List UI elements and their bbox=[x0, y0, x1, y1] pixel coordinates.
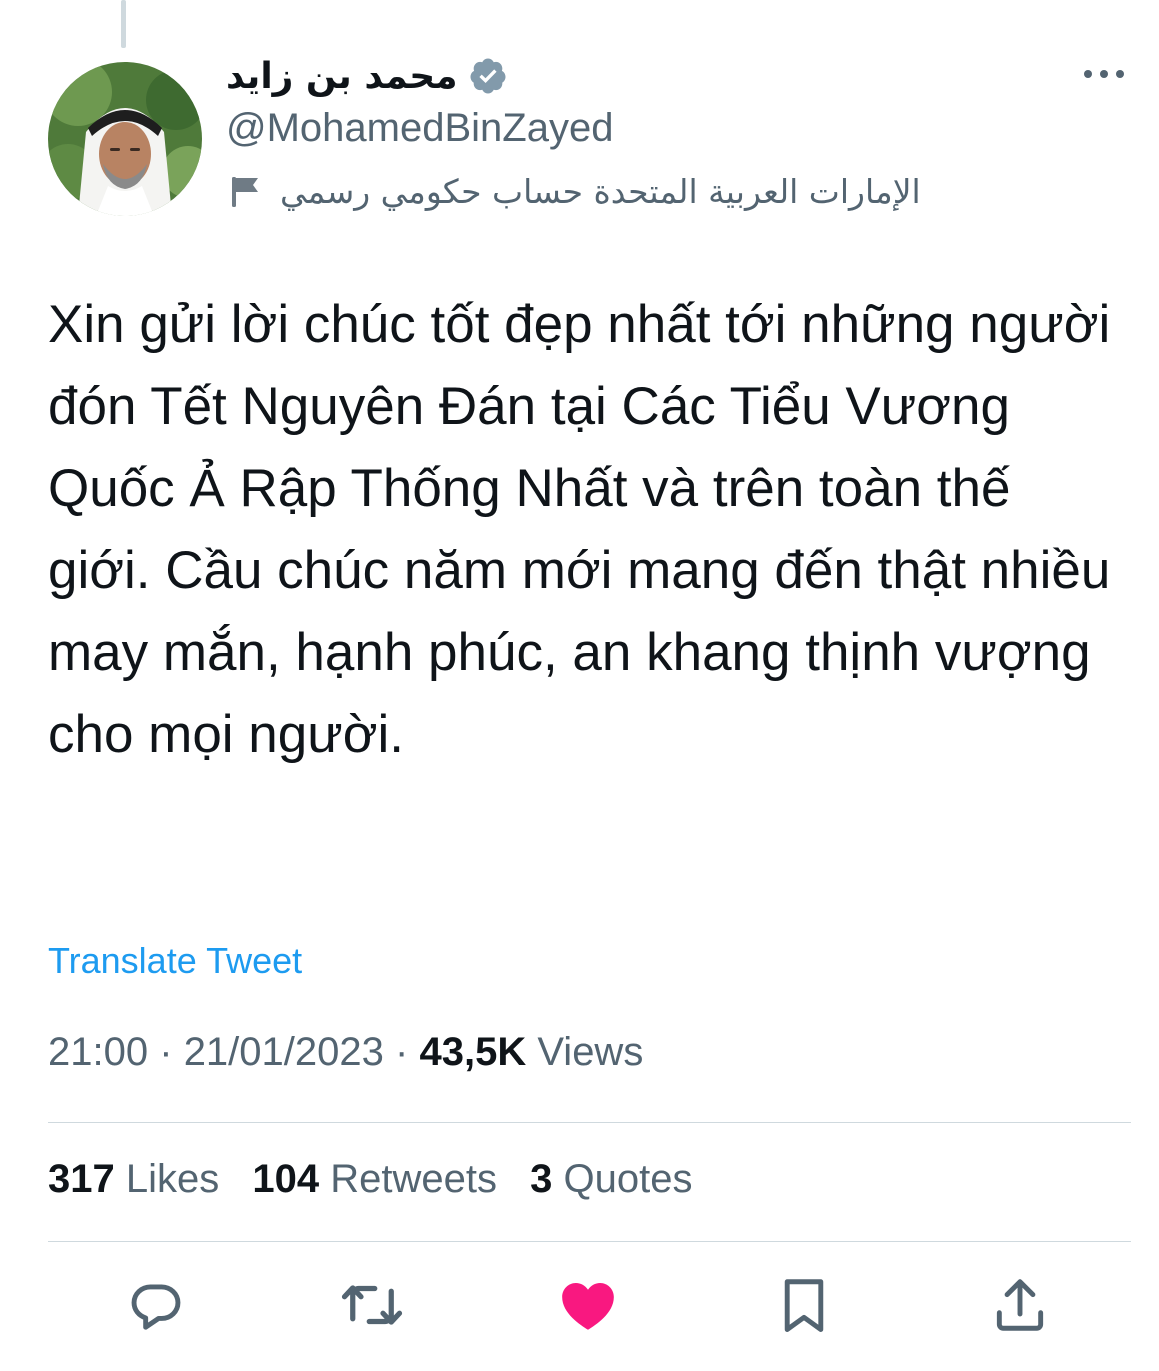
display-name[interactable]: محمد بن زايد bbox=[226, 56, 458, 97]
retweets-label: Retweets bbox=[330, 1157, 498, 1201]
reply-icon bbox=[131, 1284, 181, 1330]
meta-separator: · bbox=[395, 1030, 409, 1074]
government-label-text: الإمارات العربية المتحدة حساب حكومي رسمي bbox=[280, 172, 921, 211]
tweet-actions-bar bbox=[0, 1272, 1159, 1342]
bookmark-icon bbox=[784, 1279, 824, 1332]
thread-connector-line bbox=[121, 0, 126, 48]
like-button[interactable] bbox=[555, 1272, 621, 1338]
meta-separator: · bbox=[159, 1030, 173, 1074]
like-icon bbox=[562, 1283, 614, 1330]
retweet-button[interactable] bbox=[339, 1272, 405, 1338]
name-row: محمد بن زايد bbox=[226, 50, 508, 102]
quotes-label: Quotes bbox=[563, 1157, 693, 1201]
engagement-stats: 317 Likes 104 Retweets 3 Quotes bbox=[48, 1157, 714, 1202]
likes-stat[interactable]: 317 Likes bbox=[48, 1157, 219, 1201]
reply-button[interactable] bbox=[123, 1272, 189, 1338]
retweets-stat[interactable]: 104 Retweets bbox=[252, 1157, 497, 1201]
quotes-count: 3 bbox=[530, 1157, 553, 1201]
share-button[interactable] bbox=[987, 1272, 1053, 1338]
translate-tweet-link[interactable]: Translate Tweet bbox=[48, 940, 302, 982]
quotes-stat[interactable]: 3 Quotes bbox=[530, 1157, 692, 1201]
likes-count: 317 bbox=[48, 1157, 115, 1201]
views-label: Views bbox=[537, 1030, 644, 1074]
tweet-meta: 21:00 · 21/01/2023 · 43,5K Views bbox=[48, 1030, 643, 1075]
tweet-time[interactable]: 21:00 bbox=[48, 1030, 148, 1074]
government-account-label[interactable]: الإمارات العربية المتحدة حساب حكومي رسمي bbox=[230, 172, 921, 211]
retweets-count: 104 bbox=[252, 1157, 320, 1201]
views-count: 43,5K bbox=[419, 1030, 527, 1074]
bookmark-button[interactable] bbox=[771, 1272, 837, 1338]
divider bbox=[48, 1122, 1131, 1123]
avatar[interactable] bbox=[48, 62, 202, 216]
likes-label: Likes bbox=[125, 1157, 220, 1201]
tweet-text: Xin gửi lời chúc tốt đẹp nhất tới những … bbox=[48, 295, 1111, 764]
share-icon bbox=[996, 1279, 1044, 1331]
verified-badge-icon bbox=[470, 58, 506, 94]
more-options-icon[interactable] bbox=[1082, 64, 1126, 84]
retweet-icon bbox=[341, 1285, 403, 1325]
flag-icon bbox=[232, 176, 258, 207]
divider bbox=[48, 1241, 1131, 1242]
tweet-date[interactable]: 21/01/2023 bbox=[184, 1030, 384, 1074]
user-handle[interactable]: @MohamedBinZayed bbox=[226, 106, 613, 151]
